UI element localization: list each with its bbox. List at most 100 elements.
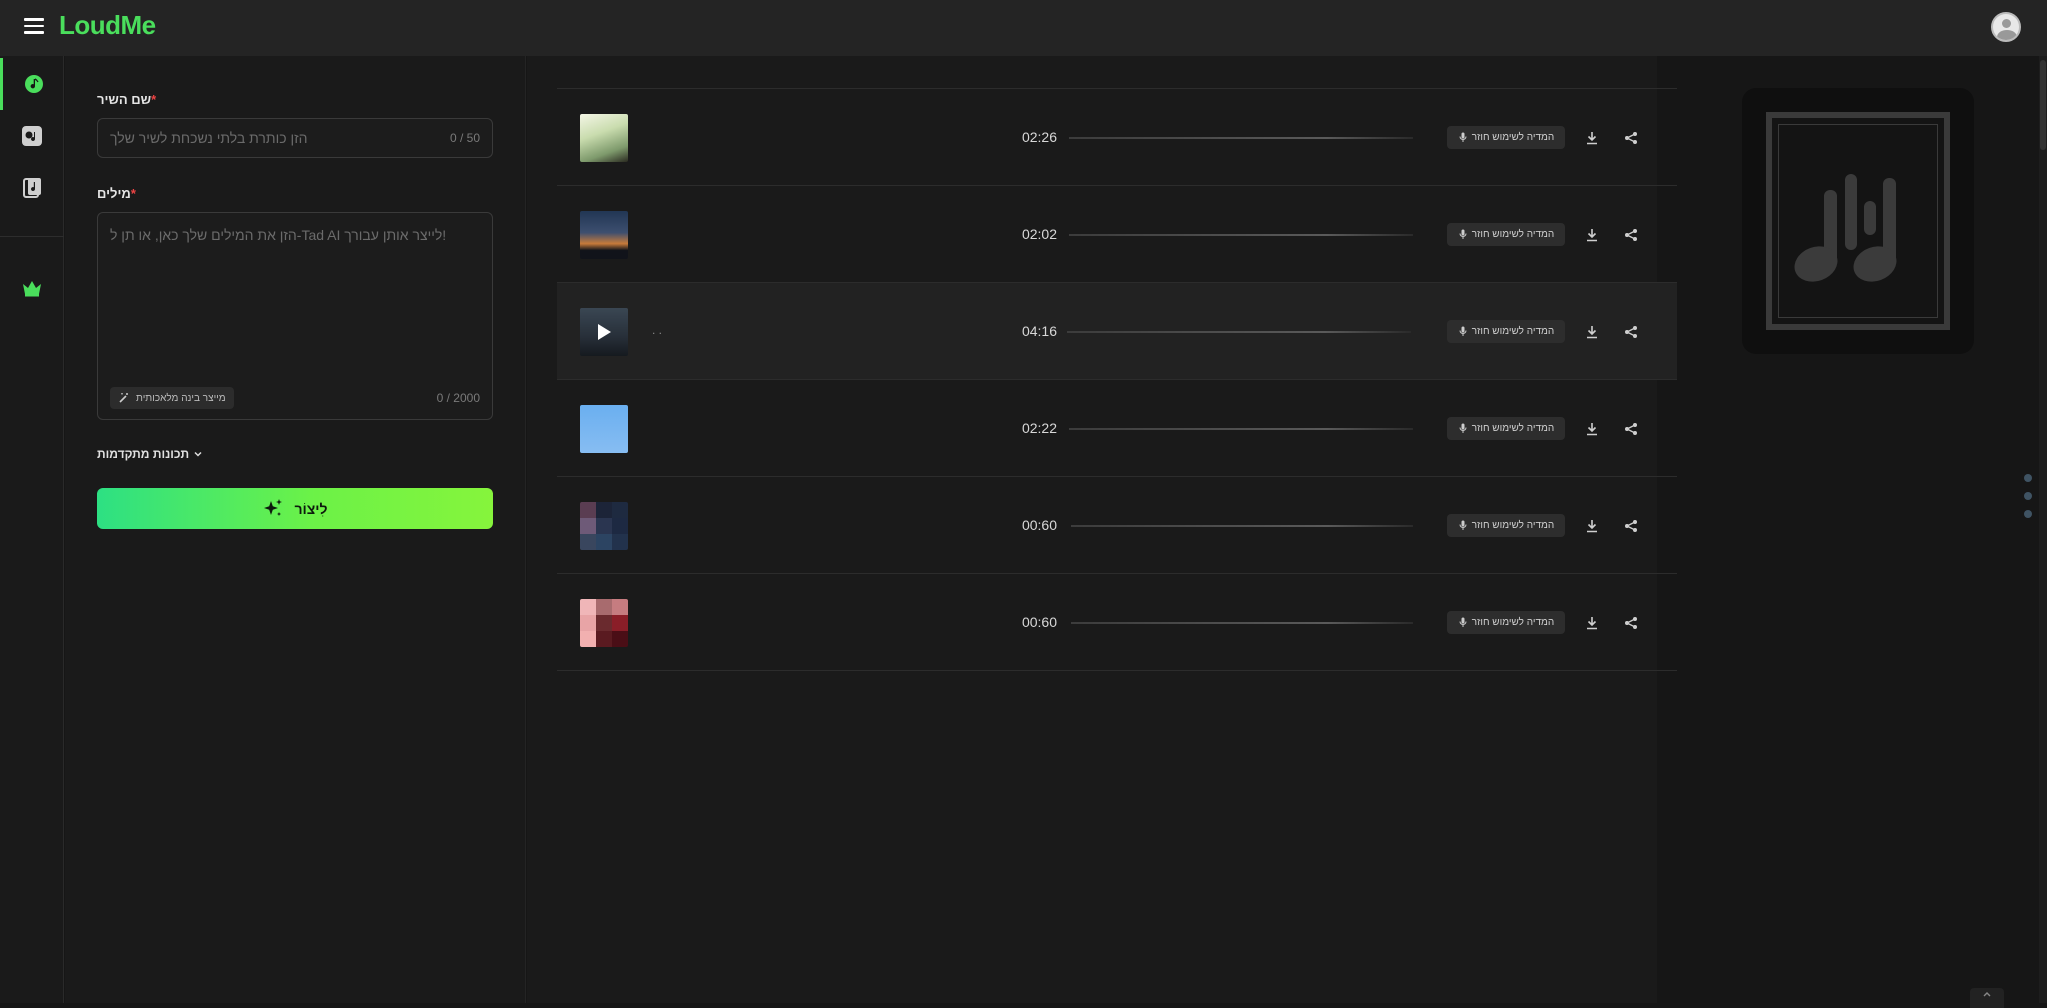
pagination-dot[interactable] — [2024, 510, 2032, 518]
download-icon — [1587, 132, 1597, 145]
track-thumbnail[interactable] — [580, 114, 628, 162]
track-thumbnail[interactable] — [580, 502, 628, 550]
album-cover-icon — [22, 126, 42, 146]
track-duration: 00:60 — [1021, 614, 1057, 630]
download-button[interactable] — [1580, 126, 1604, 150]
track-duration: 04:16 — [1021, 323, 1057, 339]
download-button[interactable] — [1580, 611, 1604, 635]
user-avatar[interactable] — [1991, 12, 2021, 42]
play-icon — [598, 324, 611, 340]
share-icon — [1625, 520, 1637, 532]
share-icon — [1625, 617, 1637, 629]
song-title-field[interactable]: 0 / 50 — [97, 118, 493, 158]
chevron-up-icon — [1983, 992, 1991, 997]
waveform-bar[interactable] — [1067, 331, 1411, 333]
download-icon — [1587, 520, 1597, 533]
waveform-bar[interactable] — [1069, 137, 1413, 139]
reuse-media-button[interactable]: המדיה לשימוש חוזר — [1447, 417, 1565, 440]
pagination-dot[interactable] — [2024, 474, 2032, 482]
track-thumbnail[interactable] — [580, 308, 628, 356]
lyrics-textarea[interactable] — [98, 213, 492, 373]
scroll-to-top-button[interactable] — [1970, 988, 2004, 1008]
nav-premium[interactable] — [0, 262, 64, 314]
reuse-media-label: המדיה לשימוש חוזר — [1471, 423, 1555, 434]
table-row[interactable]: 00:60 המדיה לשימוש חוזר — [557, 477, 1677, 574]
download-button[interactable] — [1580, 417, 1604, 441]
preview-frame — [1766, 112, 1950, 330]
download-icon — [1587, 423, 1597, 436]
scroll-thumb[interactable] — [2040, 60, 2046, 150]
reuse-media-label: המדיה לשימוש חוזר — [1471, 132, 1555, 143]
waveform-bar[interactable] — [1069, 234, 1413, 236]
share-button[interactable] — [1619, 417, 1643, 441]
sidebar-rail — [0, 56, 64, 1003]
table-row[interactable]: 02:22 המדיה לשימוש חוזר — [557, 380, 1677, 477]
title-label: *שם השיר — [97, 92, 157, 107]
share-button[interactable] — [1619, 320, 1643, 344]
reuse-media-button[interactable]: המדיה לשימוש חוזר — [1447, 126, 1565, 149]
reuse-media-label: המדיה לשימוש חוזר — [1471, 520, 1555, 531]
rail-divider — [0, 236, 64, 237]
nav-library[interactable] — [0, 162, 64, 214]
song-preview-card — [1742, 88, 1974, 354]
track-thumbnail[interactable] — [580, 599, 628, 647]
track-list: 02:26 המדיה לשימוש חוזר 02:02 המדיה לשימ… — [557, 88, 1677, 671]
share-button[interactable] — [1619, 223, 1643, 247]
track-list-panel: 02:26 המדיה לשימוש חוזר 02:02 המדיה לשימ… — [527, 56, 1677, 1003]
lyrics-label: *מילים — [97, 186, 136, 201]
waveform-bar[interactable] — [1069, 428, 1413, 430]
reuse-media-label: המדיה לשימוש חוזר — [1471, 617, 1555, 628]
track-title: . . — [652, 323, 663, 337]
microphone-icon — [1459, 423, 1467, 433]
lyrics-field[interactable]: מייצר בינה מלאכותית 0 / 2000 — [97, 212, 493, 420]
download-button[interactable] — [1580, 514, 1604, 538]
nav-cover[interactable] — [0, 110, 64, 162]
pagination-dot[interactable] — [2024, 492, 2032, 500]
download-icon — [1587, 326, 1597, 339]
download-button[interactable] — [1580, 320, 1604, 344]
play-button[interactable] — [580, 308, 628, 356]
ai-lyrics-generator-button[interactable]: מייצר בינה מלאכותית — [110, 387, 234, 409]
page-scrollbar[interactable] — [2039, 56, 2047, 1003]
reuse-media-button[interactable]: המדיה לשימוש חוזר — [1447, 320, 1565, 343]
table-row[interactable]: 02:02 המדיה לשימוש חוזר — [557, 186, 1677, 283]
advanced-features-toggle[interactable]: תכונות מתקדמות — [97, 447, 203, 461]
ai-generator-label: מייצר בינה מלאכותית — [136, 392, 226, 404]
waveform-bar[interactable] — [1071, 525, 1413, 527]
microphone-icon — [1459, 229, 1467, 239]
top-bar: LoudMe — [0, 0, 2047, 56]
microphone-icon — [1459, 326, 1467, 336]
download-button[interactable] — [1580, 223, 1604, 247]
magic-wand-icon — [119, 393, 128, 403]
brand-logo[interactable]: LoudMe — [59, 10, 156, 41]
nav-music-create[interactable] — [0, 58, 64, 110]
reuse-media-label: המדיה לשימוש חוזר — [1471, 326, 1555, 337]
reuse-media-button[interactable]: המדיה לשימוש חוזר — [1447, 223, 1565, 246]
reuse-media-button[interactable]: המדיה לשימוש חוזר — [1447, 611, 1565, 634]
share-button[interactable] — [1619, 514, 1643, 538]
preview-artwork — [1778, 124, 1938, 318]
share-button[interactable] — [1619, 611, 1643, 635]
table-row[interactable]: 00:60 המדיה לשימוש חוזר — [557, 574, 1677, 671]
track-thumbnail[interactable] — [580, 211, 628, 259]
download-icon — [1587, 229, 1597, 242]
microphone-icon — [1459, 617, 1467, 627]
hamburger-icon[interactable] — [24, 18, 44, 34]
lyrics-counter: 0 / 2000 — [436, 391, 480, 405]
track-duration: 00:60 — [1021, 517, 1057, 533]
reuse-media-button[interactable]: המדיה לשימוש חוזר — [1447, 514, 1565, 537]
create-button[interactable]: לִיצוֹר — [97, 488, 493, 529]
share-icon — [1625, 229, 1637, 241]
song-title-input[interactable] — [98, 119, 428, 157]
sparkles-icon — [264, 498, 283, 516]
microphone-icon — [1459, 132, 1467, 142]
table-row[interactable]: 02:26 המדיה לשימוש חוזר — [557, 89, 1677, 186]
track-thumbnail[interactable] — [580, 405, 628, 453]
crown-icon — [23, 281, 41, 297]
waveform-bar[interactable] — [1071, 622, 1413, 624]
track-duration: 02:22 — [1021, 420, 1057, 436]
table-row[interactable]: . . 04:16 המדיה לשימוש חוזר — [557, 283, 1677, 380]
create-label: לִיצוֹר — [294, 500, 328, 517]
microphone-icon — [1459, 520, 1467, 530]
share-button[interactable] — [1619, 126, 1643, 150]
